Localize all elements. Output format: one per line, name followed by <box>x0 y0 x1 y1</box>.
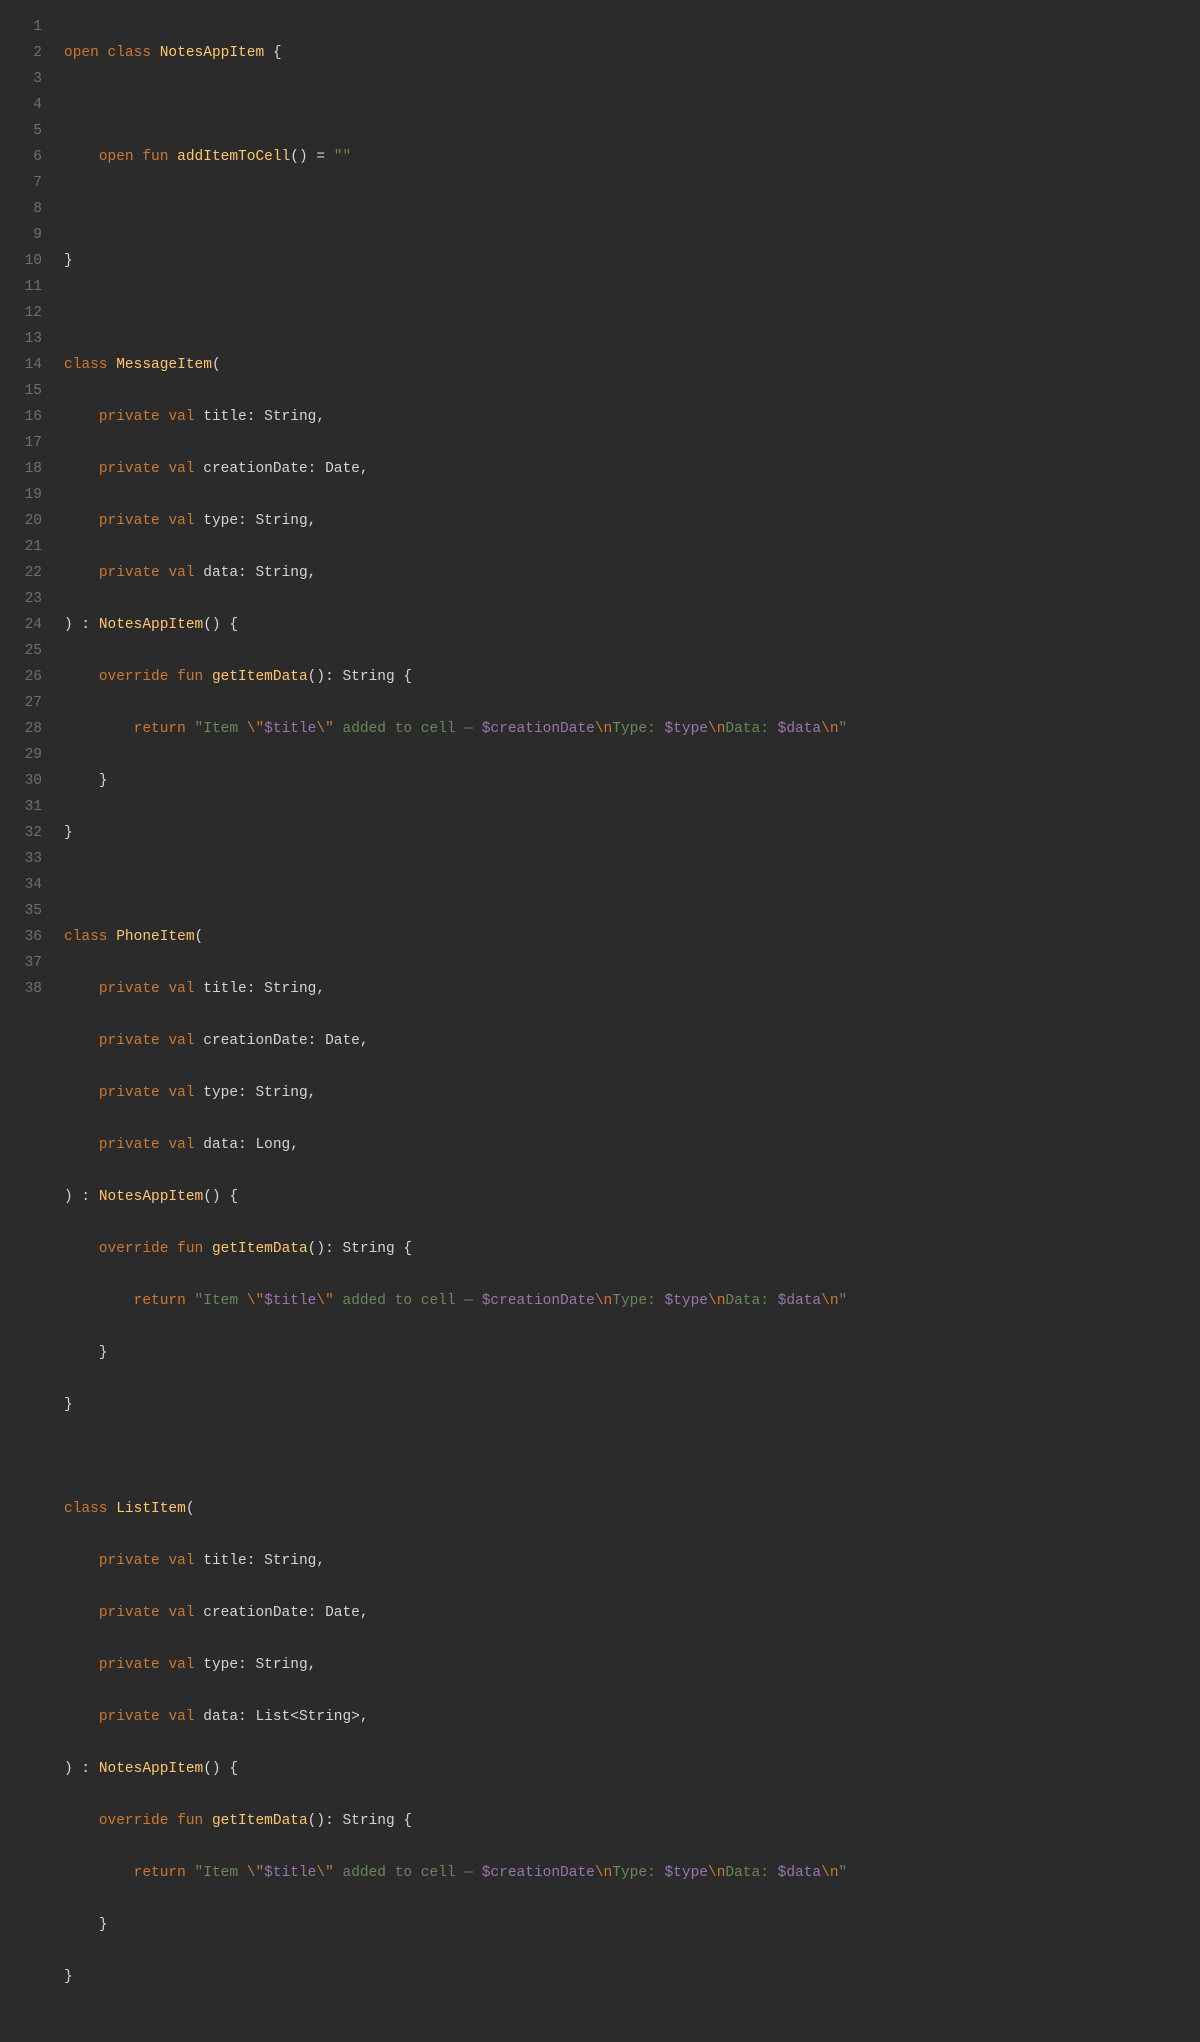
code-line[interactable]: override fun getItemData(): String { <box>64 1808 847 1834</box>
line-number: 37 <box>0 950 42 976</box>
code-line[interactable] <box>64 92 847 118</box>
code-line[interactable] <box>64 872 847 898</box>
code-line[interactable]: class ListItem( <box>64 1496 847 1522</box>
line-number: 13 <box>0 326 42 352</box>
code-line[interactable]: ) : NotesAppItem() { <box>64 1756 847 1782</box>
code-line[interactable]: return "Item \"$title\" added to cell — … <box>64 1288 847 1314</box>
line-number: 35 <box>0 898 42 924</box>
code-line[interactable]: open class NotesAppItem { <box>64 40 847 66</box>
line-number: 24 <box>0 612 42 638</box>
line-number-gutter: 1 2 3 4 5 6 7 8 9 10 11 12 13 14 15 16 1… <box>0 14 48 2042</box>
line-number: 8 <box>0 196 42 222</box>
line-number: 32 <box>0 820 42 846</box>
line-number: 4 <box>0 92 42 118</box>
line-number: 16 <box>0 404 42 430</box>
line-number: 23 <box>0 586 42 612</box>
line-number: 9 <box>0 222 42 248</box>
line-number: 36 <box>0 924 42 950</box>
code-line[interactable] <box>64 1444 847 1470</box>
code-line[interactable]: } <box>64 1392 847 1418</box>
code-line[interactable]: } <box>64 248 847 274</box>
line-number: 27 <box>0 690 42 716</box>
code-line[interactable]: private val type: String, <box>64 508 847 534</box>
code-line[interactable]: } <box>64 1964 847 1990</box>
line-number: 11 <box>0 274 42 300</box>
code-line[interactable]: override fun getItemData(): String { <box>64 1236 847 1262</box>
line-number: 12 <box>0 300 42 326</box>
line-number: 3 <box>0 66 42 92</box>
line-number: 10 <box>0 248 42 274</box>
line-number: 19 <box>0 482 42 508</box>
code-line[interactable]: } <box>64 768 847 794</box>
code-line[interactable]: return "Item \"$title\" added to cell — … <box>64 716 847 742</box>
line-number: 20 <box>0 508 42 534</box>
code-editor[interactable]: 1 2 3 4 5 6 7 8 9 10 11 12 13 14 15 16 1… <box>0 14 1200 2042</box>
code-line[interactable]: open fun addItemToCell() = "" <box>64 144 847 170</box>
line-number: 28 <box>0 716 42 742</box>
line-number: 22 <box>0 560 42 586</box>
line-number: 26 <box>0 664 42 690</box>
line-number: 2 <box>0 40 42 66</box>
code-line[interactable]: } <box>64 820 847 846</box>
line-number: 33 <box>0 846 42 872</box>
code-line[interactable] <box>64 196 847 222</box>
line-number: 18 <box>0 456 42 482</box>
code-line[interactable]: class MessageItem( <box>64 352 847 378</box>
code-line[interactable]: ) : NotesAppItem() { <box>64 1184 847 1210</box>
code-line[interactable]: private val title: String, <box>64 1548 847 1574</box>
code-line[interactable]: } <box>64 1912 847 1938</box>
line-number: 7 <box>0 170 42 196</box>
line-number: 34 <box>0 872 42 898</box>
line-number: 6 <box>0 144 42 170</box>
line-number: 31 <box>0 794 42 820</box>
code-line[interactable]: private val data: String, <box>64 560 847 586</box>
code-line[interactable]: private val type: String, <box>64 1080 847 1106</box>
code-line[interactable]: ) : NotesAppItem() { <box>64 612 847 638</box>
code-area[interactable]: open class NotesAppItem { open fun addIt… <box>48 14 847 2042</box>
code-line[interactable]: private val title: String, <box>64 976 847 1002</box>
line-number: 5 <box>0 118 42 144</box>
line-number: 29 <box>0 742 42 768</box>
code-line[interactable]: private val creationDate: Date, <box>64 456 847 482</box>
line-number: 1 <box>0 14 42 40</box>
code-line[interactable]: private val creationDate: Date, <box>64 1028 847 1054</box>
code-line[interactable]: private val title: String, <box>64 404 847 430</box>
code-line[interactable]: return "Item \"$title\" added to cell — … <box>64 1860 847 1886</box>
code-line[interactable]: private val type: String, <box>64 1652 847 1678</box>
code-line[interactable]: override fun getItemData(): String { <box>64 664 847 690</box>
line-number: 30 <box>0 768 42 794</box>
code-line[interactable]: } <box>64 1340 847 1366</box>
code-line[interactable] <box>64 300 847 326</box>
line-number: 38 <box>0 976 42 1002</box>
line-number: 15 <box>0 378 42 404</box>
line-number: 17 <box>0 430 42 456</box>
line-number: 14 <box>0 352 42 378</box>
line-number: 25 <box>0 638 42 664</box>
line-number: 21 <box>0 534 42 560</box>
code-line[interactable]: private val creationDate: Date, <box>64 1600 847 1626</box>
code-line[interactable]: class PhoneItem( <box>64 924 847 950</box>
code-line[interactable]: private val data: Long, <box>64 1132 847 1158</box>
code-line[interactable]: private val data: List<String>, <box>64 1704 847 1730</box>
